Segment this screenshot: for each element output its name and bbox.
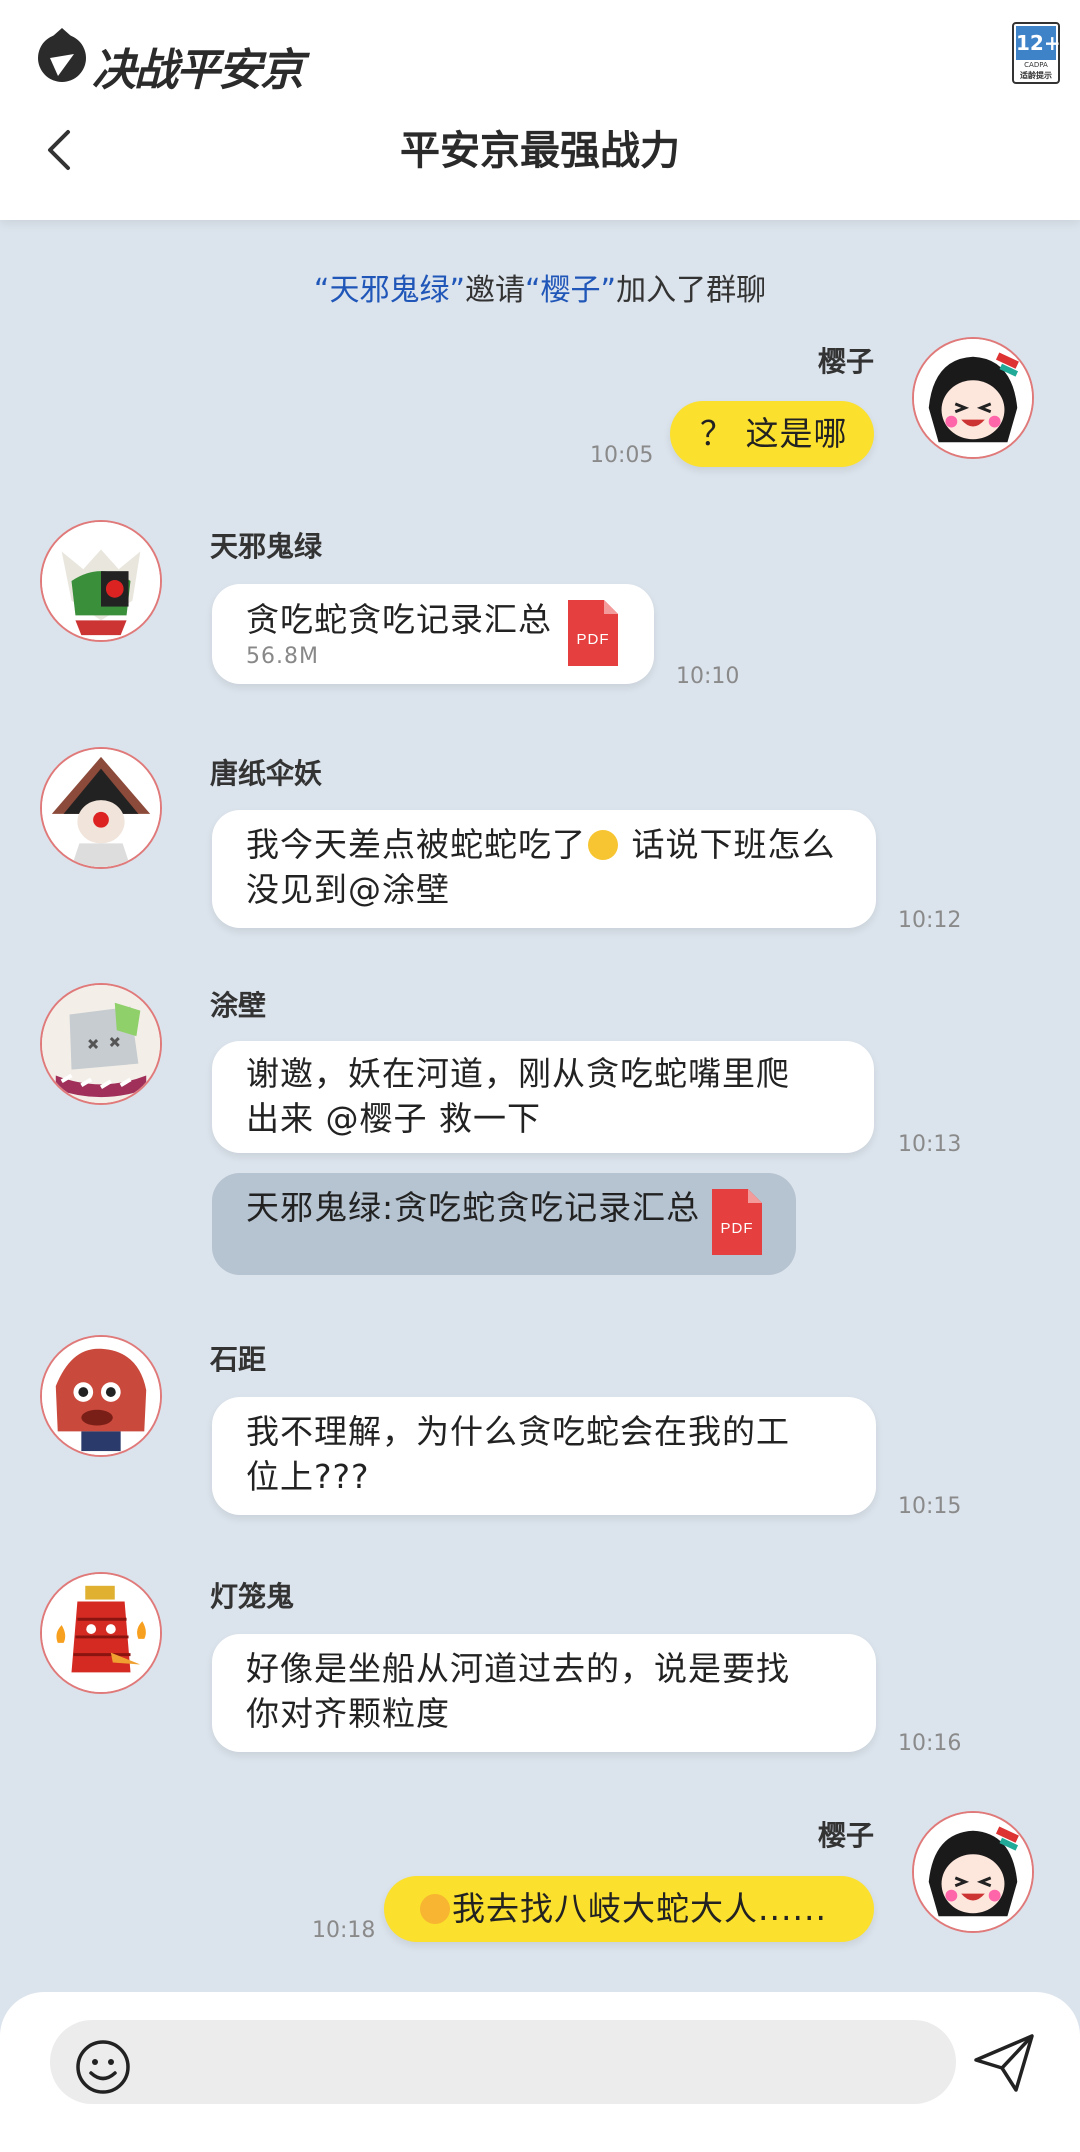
message-bubble[interactable]: ？ 这是哪	[670, 401, 874, 467]
system-verb: 邀请	[465, 273, 525, 308]
amanojaku-avatar-icon	[42, 522, 160, 640]
message-time: 10:15	[898, 1494, 962, 1519]
message-text: 谢邀，妖在河道，刚从贪吃蛇嘴里爬	[246, 1054, 790, 1093]
message-bubble[interactable]: 谢邀，妖在河道，刚从贪吃蛇嘴里爬 出来 @樱子 救一下	[212, 1041, 874, 1153]
message-bubble[interactable]: 我不理解，为什么贪吃蛇会在我的工 位上???	[212, 1397, 876, 1515]
file-message-bubble[interactable]: 贪吃蛇贪吃记录汇总 56.8M PDF	[212, 584, 654, 684]
message-time: 10:16	[898, 1731, 962, 1756]
emoji-picker-icon[interactable]	[74, 2038, 132, 2096]
quoted-file-bubble[interactable]: 天邪鬼绿:贪吃蛇贪吃记录汇总 PDF	[212, 1173, 796, 1275]
file-name: 贪吃蛇贪吃记录汇总	[246, 600, 552, 639]
message-bubble[interactable]: 好像是坐船从河道过去的，说是要找 你对齐颗粒度	[212, 1634, 876, 1752]
message-input[interactable]	[50, 2020, 956, 2104]
system-suffix: 加入了群聊	[616, 273, 767, 308]
laughing-tears-emoji-icon	[420, 1894, 450, 1924]
message-text: 我不理解，为什么贪吃蛇会在我的工	[246, 1412, 790, 1451]
avatar-ishikyori[interactable]	[40, 1335, 162, 1457]
avatar-lantern-ghost[interactable]	[40, 1572, 162, 1694]
avatar-amanojaku-green[interactable]	[40, 520, 162, 642]
message-time: 10:12	[898, 908, 962, 933]
age-rating-org: CADPA	[1024, 61, 1048, 69]
system-join-message: “天邪鬼绿”邀请“樱子”加入了群聊	[0, 265, 1080, 309]
age-rating-badge: 12+ CADPA 适龄提示	[1012, 22, 1061, 84]
message-text: 我今天差点被蛇蛇吃了	[246, 825, 586, 864]
message-text: 出来 @樱子 救一下	[246, 1099, 541, 1138]
sender-name: 天邪鬼绿	[210, 530, 323, 563]
message-bubble[interactable]: 我去找八岐大蛇大人......	[384, 1876, 874, 1942]
logo-text: 决战平安京	[92, 45, 304, 96]
pdf-file-icon: PDF	[568, 600, 618, 666]
message-text: 我去找八岐大蛇大人......	[452, 1889, 827, 1928]
avatar-sakura[interactable]	[912, 1811, 1034, 1933]
sakura-avatar-icon	[914, 1813, 1032, 1931]
nurikabe-avatar-icon	[42, 985, 160, 1103]
system-inviter-name[interactable]: “天邪鬼绿”	[314, 273, 465, 308]
message-text: 你对齐颗粒度	[246, 1694, 450, 1733]
sender-name: 樱子	[818, 345, 875, 378]
avatar-umbrella-yokai[interactable]	[40, 747, 162, 869]
pdf-label: PDF	[577, 631, 610, 648]
message-time: 10:05	[590, 443, 654, 468]
sakura-avatar-icon	[914, 339, 1032, 457]
sender-name: 灯笼鬼	[210, 1580, 295, 1613]
message-text: 没见到@涂壁	[246, 870, 450, 909]
sender-name: 石距	[210, 1343, 267, 1376]
avatar-sakura[interactable]	[912, 337, 1034, 459]
message-text: 位上???	[246, 1457, 370, 1496]
message-time: 10:13	[898, 1132, 962, 1157]
umbrella-yokai-avatar-icon	[42, 749, 160, 867]
pdf-file-icon: PDF	[712, 1189, 762, 1255]
age-rating-label: 适龄提示	[1020, 71, 1052, 80]
ishikyori-avatar-icon	[42, 1337, 160, 1455]
pdf-label: PDF	[721, 1220, 754, 1237]
message-time: 10:18	[312, 1918, 376, 1943]
quoted-file-text: 天邪鬼绿:贪吃蛇贪吃记录汇总	[246, 1188, 701, 1227]
sender-name: 唐纸伞妖	[210, 757, 323, 790]
crying-face-emoji-icon	[588, 830, 618, 860]
chat-title: 平安京最强战力	[400, 128, 680, 174]
message-time: 10:10	[676, 664, 740, 689]
logo-emblem-icon	[38, 28, 86, 82]
lantern-ghost-avatar-icon	[42, 1574, 160, 1692]
avatar-nurikabe[interactable]	[40, 983, 162, 1105]
message-bubble[interactable]: 我今天差点被蛇蛇吃了 话说下班怎么 没见到@涂壁	[212, 810, 876, 928]
header-bar: 决战平安京 12+ CADPA 适龄提示 平安京最强战力	[0, 0, 1080, 220]
age-rating-number: 12+	[1016, 26, 1061, 60]
send-icon[interactable]	[972, 2030, 1038, 2096]
sender-name: 樱子	[818, 1819, 875, 1852]
game-logo: 决战平安京	[34, 22, 304, 96]
message-input-bar	[0, 1992, 1080, 2152]
message-text: 话说下班怎么	[620, 825, 836, 864]
sender-name: 涂壁	[210, 989, 267, 1022]
message-text: 好像是坐船从河道过去的，说是要找	[246, 1649, 790, 1688]
system-invitee-name[interactable]: “樱子”	[525, 273, 616, 308]
